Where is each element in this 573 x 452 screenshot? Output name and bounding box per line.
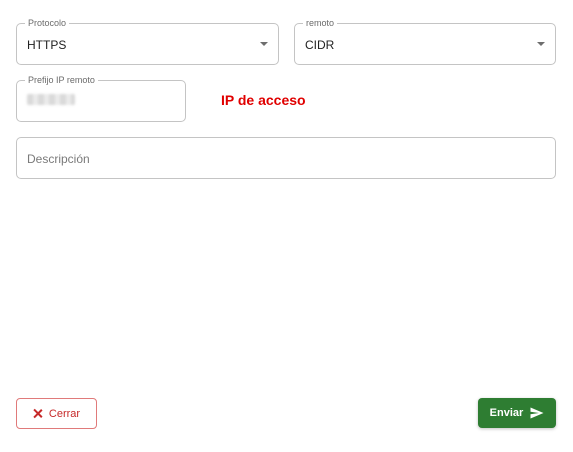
cerrar-label: Cerrar xyxy=(48,407,81,420)
protocolo-label: Protocolo xyxy=(25,17,70,29)
prefijo-label: Prefijo IP remoto xyxy=(25,74,98,86)
enviar-button[interactable]: Enviar xyxy=(478,398,556,428)
enviar-label: Enviar xyxy=(489,407,524,419)
close-icon xyxy=(33,409,42,418)
protocolo-select[interactable]: Protocolo HTTPS xyxy=(16,17,279,65)
ip-de-acceso-annotation: IP de acceso xyxy=(221,92,306,108)
redacted-ip-value xyxy=(27,94,75,105)
chevron-down-icon[interactable] xyxy=(537,42,545,46)
remoto-value: CIDR xyxy=(305,38,335,52)
cerrar-button[interactable]: Cerrar xyxy=(16,398,97,429)
prefijo-ip-remoto-input[interactable]: Prefijo IP remoto xyxy=(16,74,186,122)
chevron-down-icon[interactable] xyxy=(260,42,268,46)
descripcion-input[interactable]: Descripción xyxy=(16,137,556,179)
remoto-label: remoto xyxy=(303,17,338,29)
remoto-select[interactable]: remoto CIDR xyxy=(294,17,556,65)
descripcion-placeholder: Descripción xyxy=(27,152,90,166)
access-rule-form: Protocolo HTTPS remoto CIDR Prefijo IP r… xyxy=(0,0,573,452)
send-icon xyxy=(530,407,544,419)
protocolo-value: HTTPS xyxy=(27,38,67,52)
